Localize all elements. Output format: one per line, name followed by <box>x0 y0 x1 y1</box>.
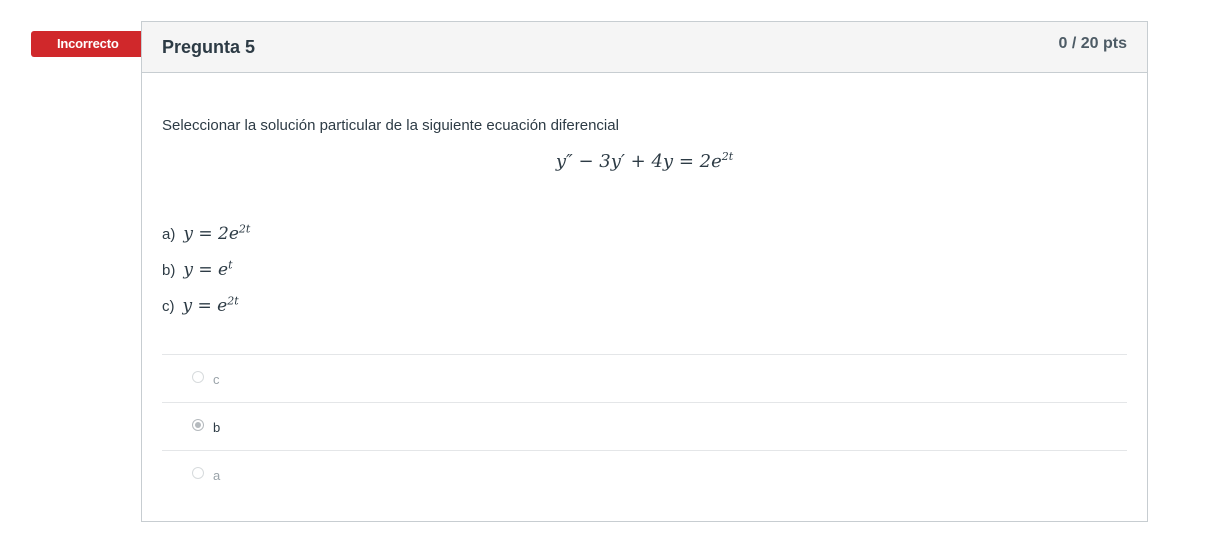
answer-text: c <box>213 372 220 387</box>
option-exponent: 2t <box>227 294 239 307</box>
option-c: c) y = e2t <box>162 294 239 316</box>
option-b: b) y = et <box>162 258 232 280</box>
option-a: a) y = 2e2t <box>162 222 250 244</box>
question-header: Pregunta 5 0 / 20 pts <box>142 22 1147 73</box>
option-exponent: t <box>228 258 233 271</box>
incorrect-status-badge: Incorrecto <box>31 31 158 57</box>
question-points: 0 / 20 pts <box>1058 35 1127 52</box>
question-prompt: Seleccionar la solución particular de la… <box>162 117 619 134</box>
equation-lhs: y″ − 3y′ + 4y = 2e <box>555 151 722 172</box>
question-card: Pregunta 5 0 / 20 pts Seleccionar la sol… <box>141 21 1148 522</box>
radio-button[interactable] <box>192 467 204 479</box>
answer-text: a <box>213 468 221 483</box>
radio-button[interactable] <box>192 371 204 383</box>
option-math: y = 2e <box>183 223 239 244</box>
option-label: a) <box>162 225 176 243</box>
answer-list: c b a <box>162 354 1127 498</box>
option-math: y = e <box>182 295 228 316</box>
answer-row-c[interactable]: c <box>162 354 1127 402</box>
radio-button-selected[interactable] <box>192 419 204 431</box>
equation-exponent: 2t <box>721 150 734 163</box>
option-label: b) <box>162 261 176 279</box>
answer-text: b <box>213 420 221 435</box>
question-title: Pregunta 5 <box>162 37 256 57</box>
option-exponent: 2t <box>238 222 251 235</box>
answer-row-b[interactable]: b <box>162 402 1127 450</box>
differential-equation: y″ − 3y′ + 4y = 2e2t <box>142 150 1147 172</box>
option-math: y = e <box>183 259 229 280</box>
option-label: c) <box>162 297 175 315</box>
answer-row-a[interactable]: a <box>162 450 1127 498</box>
